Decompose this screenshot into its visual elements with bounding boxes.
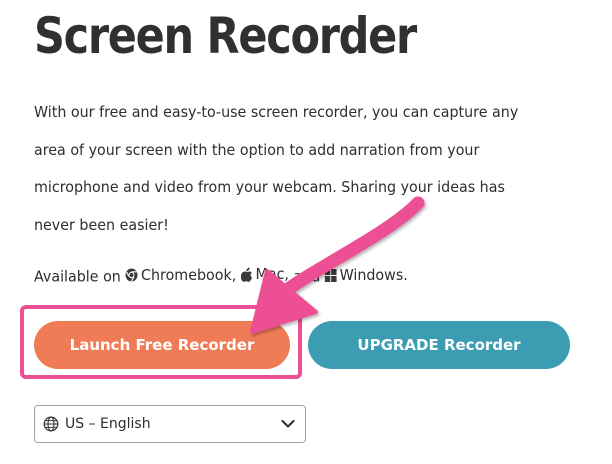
- page-title: Screen Recorder: [34, 7, 417, 65]
- platform-mac: Mac,: [240, 263, 289, 285]
- language-select[interactable]: US – English: [34, 405, 306, 443]
- windows-icon: [324, 268, 337, 282]
- description: With our free and easy-to-use screen rec…: [34, 103, 519, 234]
- platform-mac-label: Mac,: [255, 265, 289, 283]
- apple-icon: [240, 267, 252, 282]
- platform-chromebook: Chromebook,: [125, 264, 236, 286]
- platform-windows-label: Windows.: [339, 266, 408, 284]
- chrome-icon: [125, 268, 138, 282]
- upgrade-recorder-button[interactable]: UPGRADE Recorder: [308, 321, 570, 369]
- platform-chromebook-label: Chromebook,: [141, 265, 237, 284]
- platform-windows: Windows.: [324, 264, 408, 286]
- platform-and: and: [293, 267, 321, 286]
- annotation-highlight-box: [20, 305, 302, 379]
- chevron-down-icon: [281, 420, 295, 428]
- language-select-value: US – English: [65, 416, 151, 432]
- available-prefix: Available on: [34, 267, 121, 286]
- globe-icon: [43, 416, 59, 432]
- availability-text: Available on Chromebook, Mac, and Window…: [34, 263, 408, 288]
